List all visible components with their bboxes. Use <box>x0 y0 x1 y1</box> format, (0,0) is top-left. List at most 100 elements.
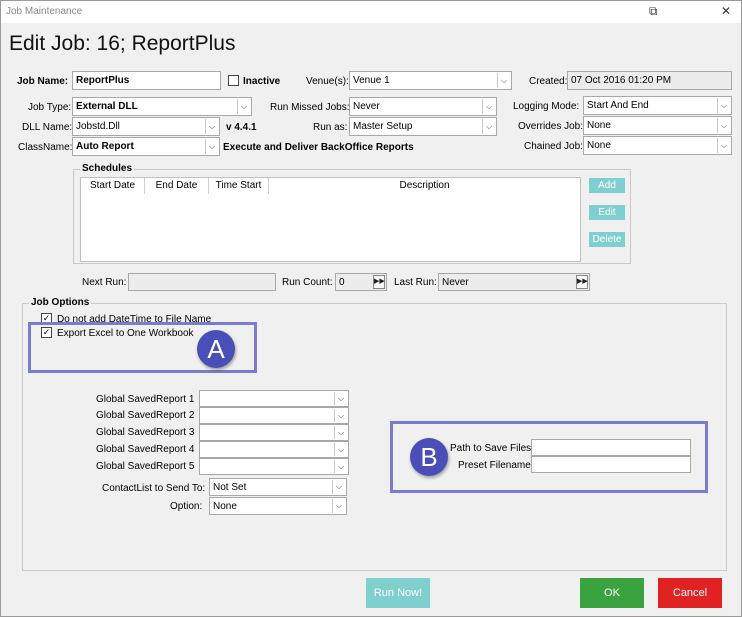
chained-value: None <box>587 140 611 151</box>
version-label: v 4.4.1 <box>226 122 257 133</box>
column-description[interactable]: Description <box>269 178 580 194</box>
venues-label: Venue(s): <box>306 76 349 87</box>
saved-report-3-select[interactable]: ⌵ <box>199 424 349 441</box>
saved-report-4-label: Global SavedReport 4 <box>96 444 195 455</box>
column-end-date[interactable]: End Date <box>145 178 209 194</box>
cancel-button[interactable]: Cancel <box>658 578 722 608</box>
last-run-value: Never <box>442 277 469 288</box>
schedules-title: Schedules <box>80 163 135 174</box>
run-as-select[interactable]: Master Setup ⌵ <box>349 117 497 136</box>
overrides-value: None <box>587 120 611 131</box>
classname-label: ClassName: <box>18 142 73 153</box>
chevron-down-icon: ⌵ <box>332 480 345 494</box>
next-run-label: Next Run: <box>82 277 127 288</box>
saved-report-1-select[interactable]: ⌵ <box>199 390 349 407</box>
saved-report-4-select[interactable]: ⌵ <box>199 441 349 458</box>
overrides-select[interactable]: None ⌵ <box>583 116 732 135</box>
chevron-down-icon: ⌵ <box>482 119 495 134</box>
job-name-value: ReportPlus <box>76 75 130 86</box>
fast-forward-icon[interactable]: ▶▶ <box>373 275 385 289</box>
last-run-label: Last Run: <box>394 277 437 288</box>
classname-value: Auto Report <box>76 141 134 152</box>
chevron-down-icon: ⌵ <box>205 139 218 154</box>
dll-name-label: DLL Name: <box>22 122 73 133</box>
ok-button[interactable]: OK <box>580 578 644 608</box>
column-start-date[interactable]: Start Date <box>81 178 145 194</box>
saved-report-2-label: Global SavedReport 2 <box>96 410 195 421</box>
window-title: Job Maintenance <box>6 6 83 17</box>
callout-a-badge: A <box>197 330 235 368</box>
delete-schedule-button[interactable]: Delete <box>589 232 625 247</box>
saved-report-3-label: Global SavedReport 3 <box>96 427 195 438</box>
schedules-table[interactable]: Start Date End Date Time Start Descripti… <box>80 177 581 262</box>
chevron-down-icon: ⌵ <box>334 460 347 473</box>
logging-mode-value: Start And End <box>587 100 649 111</box>
chained-label: Chained Job: <box>524 141 583 152</box>
job-type-select[interactable]: External DLL ⌵ <box>72 97 252 116</box>
saved-report-5-select[interactable]: ⌵ <box>199 458 349 475</box>
option-value: None <box>213 501 237 512</box>
run-as-label: Run as: <box>313 122 348 133</box>
chevron-down-icon: ⌵ <box>334 443 347 456</box>
overrides-label: Overrides Job: <box>518 121 584 132</box>
venues-select[interactable]: Venue 1 ⌵ <box>349 71 512 90</box>
inactive-checkbox[interactable] <box>228 75 239 86</box>
title-bar: Job Maintenance ⧉ ✕ <box>1 1 741 23</box>
chevron-down-icon: ⌵ <box>717 118 730 133</box>
job-type-label: Job Type: <box>28 102 72 113</box>
chevron-down-icon: ⌵ <box>482 99 495 114</box>
run-missed-value: Never <box>353 101 380 112</box>
inactive-label: Inactive <box>243 76 281 87</box>
last-run-field: Never ▶▶ <box>438 273 590 291</box>
chevron-down-icon: ⌵ <box>205 119 218 134</box>
created-field: 07 Oct 2016 01:20 PM <box>567 71 732 90</box>
chevron-down-icon: ⌵ <box>334 392 347 405</box>
contact-list-label: ContactList to Send To: <box>102 483 206 494</box>
job-maintenance-window: Job Maintenance ⧉ ✕ Edit Job: 16; Report… <box>0 0 742 617</box>
fast-forward-icon[interactable]: ▶▶ <box>576 275 588 289</box>
venues-value: Venue 1 <box>353 75 390 86</box>
add-schedule-button[interactable]: Add <box>589 178 625 193</box>
job-name-input[interactable]: ReportPlus <box>72 71 221 90</box>
run-now-button[interactable]: Run Now! <box>366 578 430 608</box>
saved-report-2-select[interactable]: ⌵ <box>199 407 349 424</box>
run-count-field: 0 ▶▶ <box>335 273 387 291</box>
chevron-down-icon: ⌵ <box>717 98 730 113</box>
run-missed-label: Run Missed Jobs: <box>270 102 350 113</box>
run-as-value: Master Setup <box>353 121 413 132</box>
chevron-down-icon: ⌵ <box>334 426 347 439</box>
page-title: Edit Job: 16; ReportPlus <box>9 32 236 55</box>
run-count-label: Run Count: <box>282 277 333 288</box>
created-value: 07 Oct 2016 01:20 PM <box>571 75 672 86</box>
contact-list-select[interactable]: Not Set ⌵ <box>209 478 347 496</box>
column-time-start[interactable]: Time Start <box>209 178 269 194</box>
contact-list-value: Not Set <box>213 482 247 493</box>
dll-name-select[interactable]: Jobstd.Dll ⌵ <box>72 117 220 136</box>
job-type-value: External DLL <box>76 101 138 112</box>
chained-select[interactable]: None ⌵ <box>583 136 732 155</box>
option-select[interactable]: None ⌵ <box>209 497 347 515</box>
run-missed-select[interactable]: Never ⌵ <box>349 97 497 116</box>
next-run-field <box>128 273 276 291</box>
dll-name-value: Jobstd.Dll <box>76 121 120 132</box>
job-name-label: Job Name: <box>17 76 69 87</box>
saved-report-5-label: Global SavedReport 5 <box>96 461 195 472</box>
logging-mode-select[interactable]: Start And End ⌵ <box>583 96 732 115</box>
classname-select[interactable]: Auto Report ⌵ <box>72 137 220 156</box>
class-description: Execute and Deliver BackOffice Reports <box>223 142 414 153</box>
run-count-value: 0 <box>339 277 345 288</box>
chevron-down-icon: ⌵ <box>332 499 345 513</box>
edit-schedule-button[interactable]: Edit <box>589 205 625 220</box>
chevron-down-icon: ⌵ <box>497 73 510 88</box>
chevron-down-icon: ⌵ <box>717 138 730 153</box>
logging-mode-label: Logging Mode: <box>513 101 580 112</box>
created-label: Created: <box>529 76 568 87</box>
restore-icon[interactable]: ⧉ <box>649 4 658 19</box>
saved-report-1-label: Global SavedReport 1 <box>96 394 195 405</box>
chevron-down-icon: ⌵ <box>237 99 250 114</box>
callout-b-badge: B <box>410 438 448 476</box>
job-options-title: Job Options <box>29 297 92 308</box>
option-label: Option: <box>170 501 203 512</box>
close-icon[interactable]: ✕ <box>721 4 731 18</box>
chevron-down-icon: ⌵ <box>334 409 347 422</box>
